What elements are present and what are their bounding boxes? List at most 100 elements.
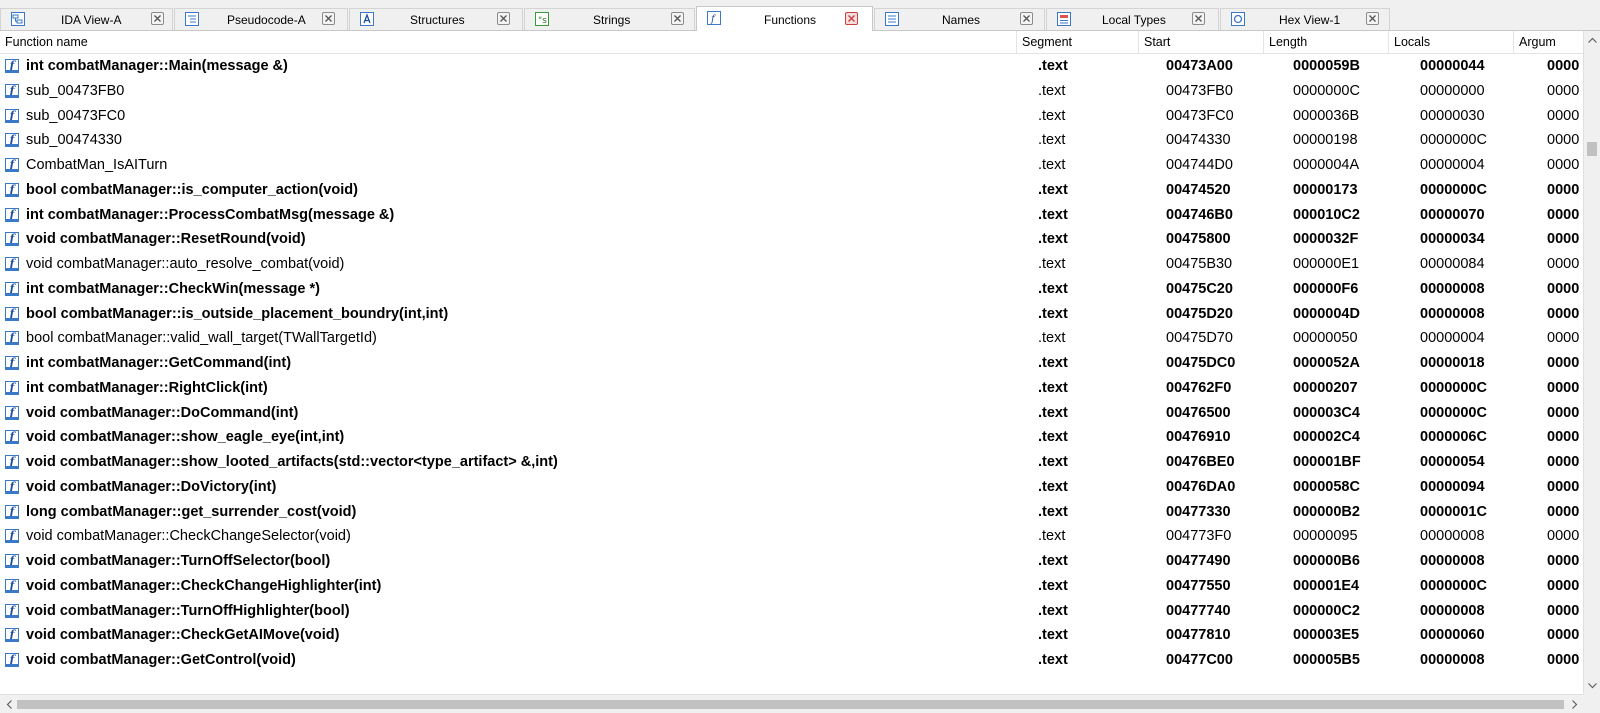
scrollbar-corner (1583, 694, 1600, 713)
segment-cell: .text (1038, 305, 1068, 322)
close-icon[interactable] (671, 12, 684, 25)
close-icon[interactable] (1020, 12, 1033, 25)
scroll-down-icon[interactable] (1584, 677, 1600, 694)
tab-hex-view-1[interactable]: Hex View-1 (1220, 8, 1390, 30)
arguments-cell: 0000 (1547, 577, 1580, 594)
tab-ida-view-a[interactable]: IDA View-A (0, 8, 173, 30)
arguments-cell: 0000 (1547, 231, 1580, 248)
length-cell: 00000173 (1293, 181, 1358, 198)
table-row[interactable]: f int combatManager::ProcessCombatMsg(mes… (0, 203, 1583, 228)
vertical-scroll-thumb[interactable] (1587, 142, 1597, 156)
table-row[interactable]: f sub_00474330 .text 00474330 00000198 000000… (0, 128, 1583, 153)
table-row[interactable]: f int combatManager::RightClick(int) .text… (0, 376, 1583, 401)
scroll-left-icon[interactable] (0, 696, 17, 713)
length-cell: 000001E4 (1293, 577, 1360, 594)
tab-structures[interactable]: Structures (349, 8, 523, 30)
segment-cell: .text (1038, 503, 1068, 520)
table-row[interactable]: f void combatManager::DoCommand(int) .text… (0, 401, 1583, 426)
arguments-cell: 0000 (1547, 206, 1580, 223)
locals-cell: 0000006C (1420, 429, 1487, 446)
arguments-cell: 0000 (1547, 181, 1580, 198)
length-cell: 000001BF (1293, 454, 1361, 470)
table-row[interactable]: f void combatManager::TurnOffSelector(boo… (0, 549, 1583, 574)
locals-cell: 00000094 (1420, 478, 1485, 495)
function-name-cell: void combatManager::TurnOffHighlighter(b… (26, 602, 350, 619)
length-cell: 000003E5 (1293, 627, 1360, 644)
table-row[interactable]: f sub_00473FC0 .text 00473FC0 0000036B 000000… (0, 104, 1583, 129)
table-row[interactable]: f bool combatManager::is_outside_placemen… (0, 302, 1583, 327)
close-icon[interactable] (845, 12, 858, 25)
table-row[interactable]: f void combatManager::CheckChangeSelector… (0, 524, 1583, 549)
column-header-segment[interactable]: Segment (1017, 31, 1139, 53)
close-icon[interactable] (322, 12, 335, 25)
length-cell: 0000004A (1293, 157, 1360, 173)
length-cell: 000000C2 (1293, 602, 1360, 619)
function-name-cell: void combatManager::show_eagle_eye(int,i… (26, 429, 345, 446)
scroll-up-icon[interactable] (1584, 31, 1600, 48)
length-cell: 00000207 (1293, 379, 1358, 396)
table-row[interactable]: f void combatManager::TurnOffHighlighter(… (0, 599, 1583, 624)
table-row[interactable]: f int combatManager::GetCommand(int) .text… (0, 351, 1583, 376)
close-icon[interactable] (1366, 12, 1379, 25)
segment-cell: .text (1038, 379, 1068, 396)
table-row[interactable]: f void combatManager::show_looted_artifac… (0, 450, 1583, 475)
column-header-start[interactable]: Start (1139, 31, 1264, 53)
table-row[interactable]: f void combatManager::CheckGetAIMove(void… (0, 623, 1583, 648)
start-address-cell: 00477C00 (1166, 652, 1233, 668)
table-row[interactable]: f void combatManager::auto_resolve_combat… (0, 252, 1583, 277)
arguments-cell: 0000 (1547, 256, 1580, 272)
tab-names[interactable]: Names (874, 8, 1045, 30)
table-row[interactable]: f long combatManager::get_surrender_cost(… (0, 500, 1583, 525)
segment-cell: .text (1038, 429, 1068, 446)
table-row[interactable]: f sub_00473FB0 .text 00473FB0 0000000C 000000… (0, 79, 1583, 104)
arguments-cell: 0000 (1547, 355, 1580, 371)
horizontal-scroll-thumb[interactable] (17, 700, 1564, 709)
tab-pseudocode-a[interactable]: Pseudocode-A (174, 8, 348, 30)
column-header-arguments[interactable]: Argum (1514, 31, 1583, 53)
arguments-cell: 0000 (1547, 553, 1580, 569)
length-cell: 0000032F (1293, 231, 1359, 248)
arguments-cell: 0000 (1547, 82, 1580, 99)
table-row[interactable]: f CombatMan_IsAITurn .text 004744D0 0000004A… (0, 153, 1583, 178)
table-row[interactable]: f void combatManager::CheckChangeHighligh… (0, 574, 1583, 599)
start-address-cell: 004746B0 (1166, 206, 1233, 223)
table-row[interactable]: f bool combatManager::is_computer_action(… (0, 178, 1583, 203)
local-types-icon (1057, 12, 1071, 26)
tab-local-types[interactable]: Local Types (1046, 8, 1219, 30)
hex-view-icon (1231, 12, 1245, 26)
scroll-right-icon[interactable] (1566, 696, 1583, 713)
function-name-cell: int combatManager::CheckWin(message *) (26, 280, 320, 297)
function-name-cell: int combatManager::GetCommand(int) (26, 355, 292, 371)
length-cell: 0000059B (1293, 58, 1360, 74)
start-address-cell: 00475D70 (1166, 330, 1233, 347)
column-header-function-name[interactable]: Function name (0, 31, 1017, 53)
column-header-length[interactable]: Length (1264, 31, 1389, 53)
column-header-locals[interactable]: Locals (1389, 31, 1514, 53)
table-row[interactable]: f int combatManager::Main(message &) .text… (0, 54, 1583, 79)
table-row[interactable]: f bool combatManager::valid_wall_target(T… (0, 326, 1583, 351)
arguments-cell: 0000 (1547, 107, 1580, 124)
tab-functions[interactable]: f Functions (696, 6, 873, 31)
close-icon[interactable] (1192, 12, 1205, 25)
close-icon[interactable] (497, 12, 510, 25)
function-name-cell: int combatManager::ProcessCombatMsg(mess… (26, 206, 395, 223)
tab-strings[interactable]: "s Strings (524, 8, 695, 30)
function-name-cell: CombatMan_IsAITurn (26, 157, 168, 173)
arguments-cell: 0000 (1547, 157, 1580, 173)
vertical-scrollbar[interactable] (1583, 31, 1600, 694)
horizontal-scrollbar[interactable] (0, 694, 1583, 713)
table-row[interactable]: f void combatManager::GetControl(void) .te… (0, 648, 1583, 673)
arguments-cell: 0000 (1547, 58, 1580, 74)
arguments-cell: 0000 (1547, 280, 1580, 297)
table-row[interactable]: f void combatManager::DoVictory(int) .text… (0, 475, 1583, 500)
length-cell: 00000198 (1293, 132, 1358, 149)
segment-cell: .text (1038, 404, 1068, 421)
segment-cell: .text (1038, 577, 1068, 594)
table-row[interactable]: f void combatManager::show_eagle_eye(int,… (0, 425, 1583, 450)
close-icon[interactable] (151, 12, 164, 25)
function-name-cell: bool combatManager::is_outside_placement… (26, 305, 449, 322)
segment-cell: .text (1038, 132, 1066, 149)
segment-cell: .text (1038, 652, 1068, 668)
table-row[interactable]: f void combatManager::ResetRound(void) .te… (0, 227, 1583, 252)
table-row[interactable]: f int combatManager::CheckWin(message *).… (0, 277, 1583, 302)
